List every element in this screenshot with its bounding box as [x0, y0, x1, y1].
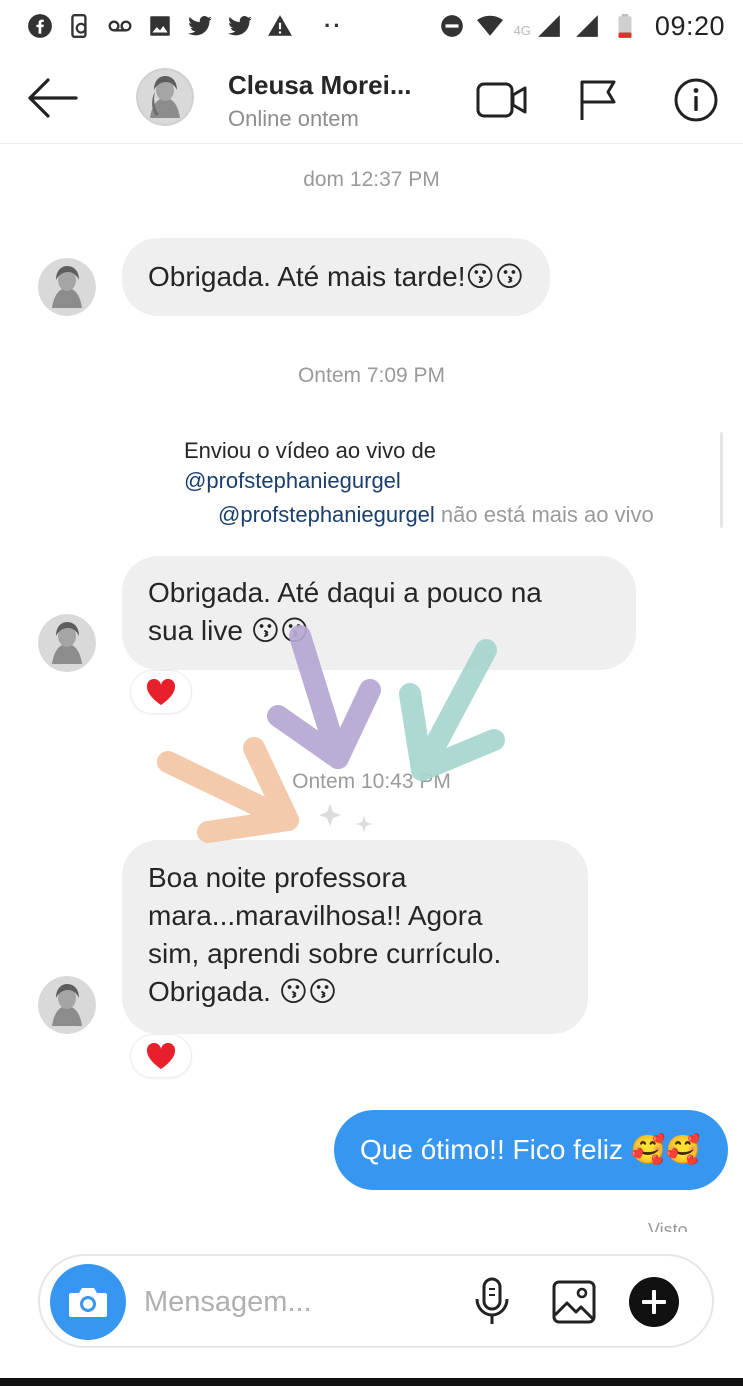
avatar[interactable] — [38, 976, 96, 1034]
signal-icon — [535, 12, 563, 40]
shared-live-status[interactable]: @profstephaniegurgel não está mais ao vi… — [218, 502, 654, 528]
gallery-icon — [146, 12, 174, 40]
shared-live-handle[interactable]: @profstephaniegurgel — [184, 468, 401, 494]
message-input[interactable] — [144, 1278, 444, 1326]
report-button[interactable] — [572, 76, 624, 124]
seen-receipt: Visto — [648, 1220, 688, 1232]
message-text: Que ótimo!! Fico feliz 🥰🥰 — [360, 1134, 701, 1165]
voicemail-icon — [106, 12, 134, 40]
shared-live-handle[interactable]: @profstephaniegurgel — [218, 502, 435, 527]
more-dots-icon: ·· — [324, 13, 343, 38]
message-composer — [38, 1254, 714, 1348]
heart-icon — [146, 1042, 176, 1069]
twitter-icon — [226, 12, 254, 40]
twitter-icon — [186, 12, 214, 40]
sparkle-icon — [319, 804, 372, 832]
plus-icon — [629, 1277, 679, 1327]
video-call-button[interactable] — [476, 76, 528, 124]
info-button[interactable] — [670, 76, 722, 124]
network-type-label: 4G — [513, 22, 531, 38]
flag-icon — [580, 80, 616, 120]
conversation-header: Cleusa Morei... Online ontem — [0, 52, 743, 144]
back-arrow-icon — [28, 78, 78, 118]
shared-post-divider — [720, 432, 723, 528]
message-bubble-incoming[interactable]: Boa noite professora mara...maravilhosa!… — [122, 840, 588, 1034]
navigation-bar — [0, 1378, 743, 1386]
facebook-icon — [26, 12, 54, 40]
battery-icon — [611, 12, 639, 40]
status-bar: ·· 4G 09:20 — [0, 0, 743, 52]
info-icon — [674, 78, 718, 122]
timestamp: Ontem 10:43 PM — [292, 770, 451, 793]
alert-icon — [266, 12, 294, 40]
more-options-button[interactable] — [626, 1274, 682, 1330]
direct-message-screen: ·· 4G 09:20 Cleusa Morei... Online ontem… — [0, 0, 743, 1386]
gallery-button[interactable] — [546, 1274, 602, 1330]
message-text-line: sua live 😗😗 — [148, 615, 310, 646]
video-call-icon — [476, 82, 527, 118]
signal-icon — [573, 12, 601, 40]
clock: 09:20 — [654, 10, 725, 41]
timestamp: dom 12:37 PM — [303, 168, 440, 191]
message-text: Obrigada. Até mais tarde!😗😗 — [148, 261, 524, 292]
active-status: Online ontem — [228, 106, 359, 131]
do-not-disturb-icon — [438, 12, 466, 40]
message-bubble-outgoing[interactable]: Que ótimo!! Fico feliz 🥰🥰 — [334, 1110, 728, 1190]
message-text-line: Obrigada. 😗😗 — [148, 976, 338, 1007]
timestamp: Ontem 7:09 PM — [297, 364, 446, 387]
microphone-icon — [475, 1277, 509, 1324]
message-text-line: Obrigada. Até daqui a pouco na — [148, 577, 542, 608]
image-icon — [552, 1280, 596, 1324]
message-bubble-incoming[interactable]: Obrigada. Até mais tarde!😗😗 — [122, 238, 550, 316]
voice-message-button[interactable] — [464, 1274, 520, 1330]
contact-name[interactable]: Cleusa Morei... — [228, 70, 412, 101]
shared-live-intro: Enviou o vídeo ao vivo de — [184, 438, 436, 463]
back-button[interactable] — [24, 74, 80, 122]
avatar[interactable] — [136, 68, 194, 126]
wifi-icon — [476, 12, 504, 40]
heart-icon — [146, 678, 176, 705]
message-text-line: sim, aprendi sobre currículo. — [148, 938, 502, 969]
reaction-badge[interactable] — [130, 670, 192, 714]
phone-sync-icon — [66, 12, 94, 40]
camera-icon — [69, 1288, 107, 1317]
message-bubble-incoming[interactable]: Obrigada. Até daqui a pouco na sua live … — [122, 556, 636, 670]
reaction-badge[interactable] — [130, 1034, 192, 1078]
live-ended-label: não está mais ao vivo — [434, 502, 654, 527]
camera-button[interactable] — [50, 1264, 126, 1340]
avatar[interactable] — [38, 258, 96, 316]
message-text-line: mara...maravilhosa!! Agora — [148, 900, 483, 931]
avatar[interactable] — [38, 614, 96, 672]
message-text-line: Boa noite professora — [148, 862, 407, 893]
